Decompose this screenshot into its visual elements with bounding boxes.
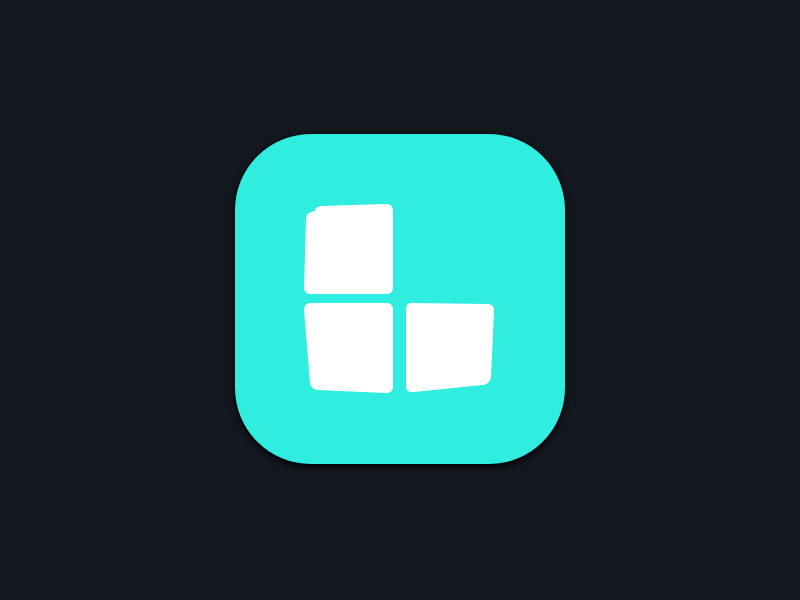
block-top-icon: [304, 204, 393, 294]
block-bottom-right-icon: [406, 303, 494, 393]
canvas: [0, 0, 800, 600]
block-bottom-left-icon: [304, 303, 393, 393]
app-icon[interactable]: [235, 134, 565, 464]
three-blocks-icon: [304, 204, 494, 393]
